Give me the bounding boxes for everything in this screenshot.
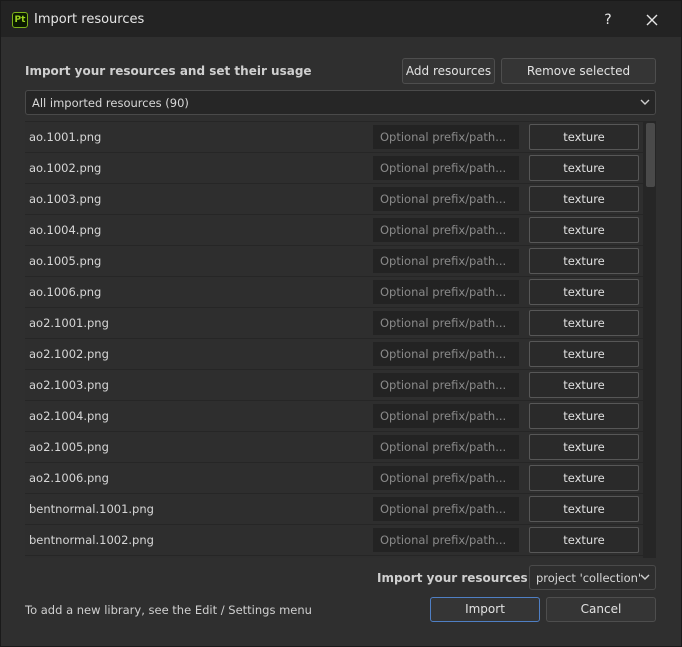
cancel-button[interactable]: Cancel bbox=[546, 597, 656, 622]
resource-filename: ao.1001.png bbox=[29, 130, 102, 144]
prefix-path-input[interactable] bbox=[373, 280, 519, 304]
usage-button[interactable]: texture bbox=[529, 279, 639, 305]
prefix-path-input[interactable] bbox=[373, 466, 519, 490]
painter-app-icon: Pt bbox=[12, 12, 28, 28]
resource-filename: ao2.1002.png bbox=[29, 347, 109, 361]
resource-row[interactable] bbox=[25, 556, 643, 558]
resource-row[interactable]: ao2.1002.png texture bbox=[25, 339, 643, 369]
import-button[interactable]: Import bbox=[430, 597, 540, 622]
resource-filename: bentnormal.1002.png bbox=[29, 533, 154, 547]
usage-button[interactable]: texture bbox=[529, 186, 639, 212]
usage-button[interactable]: texture bbox=[529, 434, 639, 460]
scrollbar-thumb[interactable] bbox=[646, 123, 655, 187]
prefix-path-input[interactable] bbox=[373, 187, 519, 211]
resource-filename: bentnormal.1001.png bbox=[29, 502, 154, 516]
resource-filename: ao2.1004.png bbox=[29, 409, 109, 423]
usage-button[interactable]: texture bbox=[529, 372, 639, 398]
prefix-path-input[interactable] bbox=[373, 156, 519, 180]
resource-filename: ao.1006.png bbox=[29, 285, 102, 299]
chevron-down-icon bbox=[640, 574, 650, 580]
prefix-path-input[interactable] bbox=[373, 528, 519, 552]
close-button[interactable] bbox=[637, 5, 667, 35]
library-help-note: To add a new library, see the Edit / Set… bbox=[25, 603, 312, 617]
resource-row[interactable]: bentnormal.1002.png texture bbox=[25, 525, 643, 555]
resource-filename: ao2.1006.png bbox=[29, 471, 109, 485]
resource-row[interactable]: ao.1002.png texture bbox=[25, 153, 643, 183]
resource-filename: ao.1004.png bbox=[29, 223, 102, 237]
resource-filter-value: All imported resources (90) bbox=[32, 96, 189, 110]
resource-filename: ao2.1003.png bbox=[29, 378, 109, 392]
usage-button[interactable]: texture bbox=[529, 124, 639, 150]
prefix-path-input[interactable] bbox=[373, 218, 519, 242]
resource-row[interactable]: ao2.1004.png texture bbox=[25, 401, 643, 431]
usage-button[interactable]: texture bbox=[529, 341, 639, 367]
prefix-path-input[interactable] bbox=[373, 249, 519, 273]
usage-button[interactable]: texture bbox=[529, 403, 639, 429]
resource-row[interactable]: bentnormal.1001.png texture bbox=[25, 494, 643, 524]
destination-dropdown[interactable]: project 'collection' bbox=[529, 565, 656, 590]
usage-button[interactable]: texture bbox=[529, 310, 639, 336]
import-resources-dialog: Pt Import resources ? Import your resour… bbox=[0, 0, 682, 647]
usage-button[interactable]: texture bbox=[529, 248, 639, 274]
usage-button[interactable]: texture bbox=[529, 155, 639, 181]
resource-filter-dropdown[interactable]: All imported resources (90) bbox=[25, 90, 656, 115]
prefix-path-input[interactable] bbox=[373, 342, 519, 366]
help-button[interactable]: ? bbox=[597, 9, 619, 31]
resource-row[interactable]: ao2.1003.png texture bbox=[25, 370, 643, 400]
resource-filename: ao.1003.png bbox=[29, 192, 102, 206]
resource-row[interactable]: ao.1004.png texture bbox=[25, 215, 643, 245]
resource-filename: ao.1002.png bbox=[29, 161, 102, 175]
add-resources-button[interactable]: Add resources bbox=[402, 58, 495, 84]
resource-row[interactable]: ao2.1001.png texture bbox=[25, 308, 643, 338]
usage-header-label: Import your resources and set their usag… bbox=[25, 64, 312, 78]
resource-row[interactable]: ao.1005.png texture bbox=[25, 246, 643, 276]
usage-button[interactable]: texture bbox=[529, 496, 639, 522]
chevron-down-icon bbox=[640, 99, 650, 105]
resource-row[interactable]: ao.1006.png texture bbox=[25, 277, 643, 307]
prefix-path-input[interactable] bbox=[373, 311, 519, 335]
close-icon bbox=[646, 14, 658, 26]
prefix-path-input[interactable] bbox=[373, 404, 519, 428]
resource-row[interactable]: ao.1003.png texture bbox=[25, 184, 643, 214]
usage-button[interactable]: texture bbox=[529, 217, 639, 243]
resource-filename: ao.1005.png bbox=[29, 254, 102, 268]
dialog-title: Import resources bbox=[34, 12, 145, 27]
prefix-path-input[interactable] bbox=[373, 125, 519, 149]
title-bar: Pt Import resources ? bbox=[1, 1, 681, 37]
resource-filename: ao2.1001.png bbox=[29, 316, 109, 330]
resource-list[interactable]: bentnormal.1002.pngtexturebentnormal.100… bbox=[25, 121, 656, 558]
remove-selected-resources-button[interactable]: Remove selected resources bbox=[501, 58, 656, 102]
resource-row[interactable]: ao.1001.png texture bbox=[25, 122, 643, 152]
resource-row[interactable]: ao2.1006.png texture bbox=[25, 463, 643, 493]
usage-button[interactable]: texture bbox=[529, 527, 639, 553]
prefix-path-input[interactable] bbox=[373, 373, 519, 397]
prefix-path-input[interactable] bbox=[373, 435, 519, 459]
list-scrollbar[interactable] bbox=[645, 121, 656, 558]
prefix-path-input[interactable] bbox=[373, 497, 519, 521]
destination-label: Import your resources to: bbox=[377, 571, 551, 585]
resource-filename: ao2.1005.png bbox=[29, 440, 109, 454]
usage-button[interactable]: texture bbox=[529, 465, 639, 491]
resource-row[interactable]: ao2.1005.png texture bbox=[25, 432, 643, 462]
destination-value: project 'collection' bbox=[536, 571, 642, 585]
